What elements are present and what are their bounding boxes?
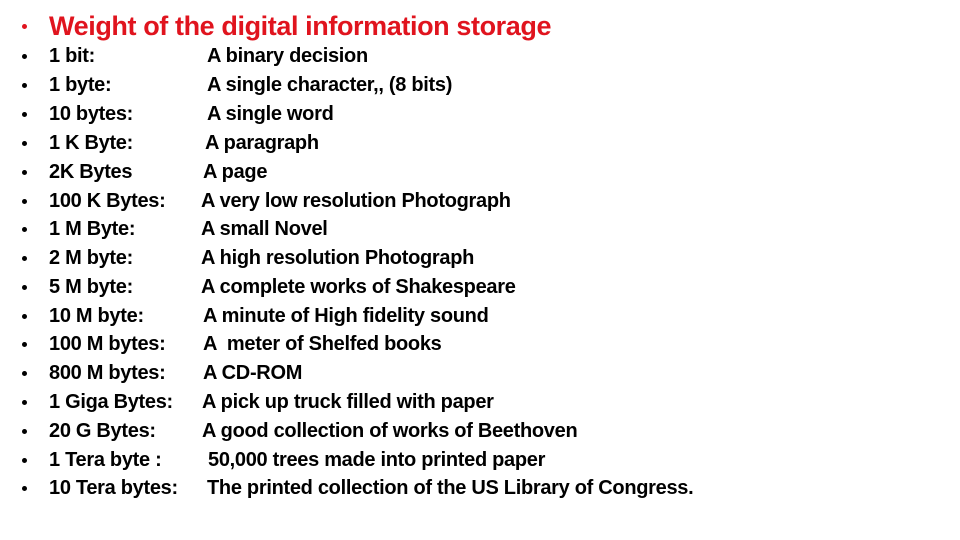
storage-equivalent: A small Novel <box>201 218 328 240</box>
storage-equivalent: A good collection of works of Beethoven <box>202 420 578 442</box>
bullet-dot-icon <box>22 314 27 319</box>
storage-equivalent: A binary decision <box>207 45 368 67</box>
bullet-dot-icon <box>22 285 27 290</box>
storage-equivalent: A CD-ROM <box>203 362 303 384</box>
storage-equivalent: The printed collection of the US Library… <box>207 477 694 499</box>
storage-equivalent: A very low resolution Photograph <box>201 190 511 212</box>
bullet-dot-icon <box>22 141 27 146</box>
slide: Weight of the digital information storag… <box>0 0 960 540</box>
bullet-dot-icon <box>22 23 27 29</box>
storage-equivalent: A minute of High fidelity sound <box>203 305 489 327</box>
storage-size: 1 K Byte: <box>49 132 133 154</box>
storage-size: 10 bytes: <box>49 103 134 125</box>
bullet-dot-icon <box>22 199 27 204</box>
bullet-dot-icon <box>22 486 27 491</box>
bullet-dot-icon <box>22 112 27 117</box>
storage-size: 20 G Bytes: <box>49 420 156 442</box>
storage-equivalent: A single word <box>207 103 334 125</box>
storage-equivalent: A page <box>203 161 268 183</box>
storage-equivalent: A complete works of Shakespeare <box>201 276 516 298</box>
storage-size: 800 M bytes: <box>49 362 166 384</box>
bullet-dot-icon <box>22 54 27 59</box>
storage-equivalent: A paragraph <box>205 132 319 154</box>
bullet-dot-icon <box>22 170 27 175</box>
bullet-dot-icon <box>22 400 27 405</box>
bullet-dot-icon <box>22 458 27 463</box>
storage-equivalent: A single character,, (8 bits) <box>207 74 453 96</box>
bullet-dot-icon <box>22 256 27 261</box>
storage-equivalent: 50,000 trees made into printed paper <box>208 449 546 471</box>
storage-equivalent: A meter of Shelfed books <box>203 333 442 355</box>
bullet-dot-icon <box>22 83 27 88</box>
storage-size: 10 Tera bytes: <box>49 477 178 499</box>
storage-size: 1 Tera byte : <box>49 449 162 471</box>
storage-size: 100 M bytes: <box>49 333 166 355</box>
slide-title: Weight of the digital information storag… <box>49 10 552 41</box>
storage-size: 10 M byte: <box>49 305 144 327</box>
storage-size: 5 M byte: <box>49 276 133 298</box>
storage-size: 1 bit: <box>49 45 95 67</box>
storage-equivalent: A pick up truck filled with paper <box>202 391 494 413</box>
storage-size: 100 K Bytes: <box>49 190 166 212</box>
storage-size: 2 M byte: <box>49 247 133 269</box>
storage-equivalent: A high resolution Photograph <box>201 247 475 269</box>
storage-size: 2K Bytes <box>49 161 133 183</box>
storage-size: 1 byte: <box>49 74 112 96</box>
storage-size: 1 Giga Bytes: <box>49 391 173 413</box>
bullet-dot-icon <box>22 429 27 434</box>
storage-size: 1 M Byte: <box>49 218 136 240</box>
bullet-dot-icon <box>22 371 27 376</box>
bullet-dot-icon <box>22 227 27 232</box>
bullet-dot-icon <box>22 342 27 347</box>
